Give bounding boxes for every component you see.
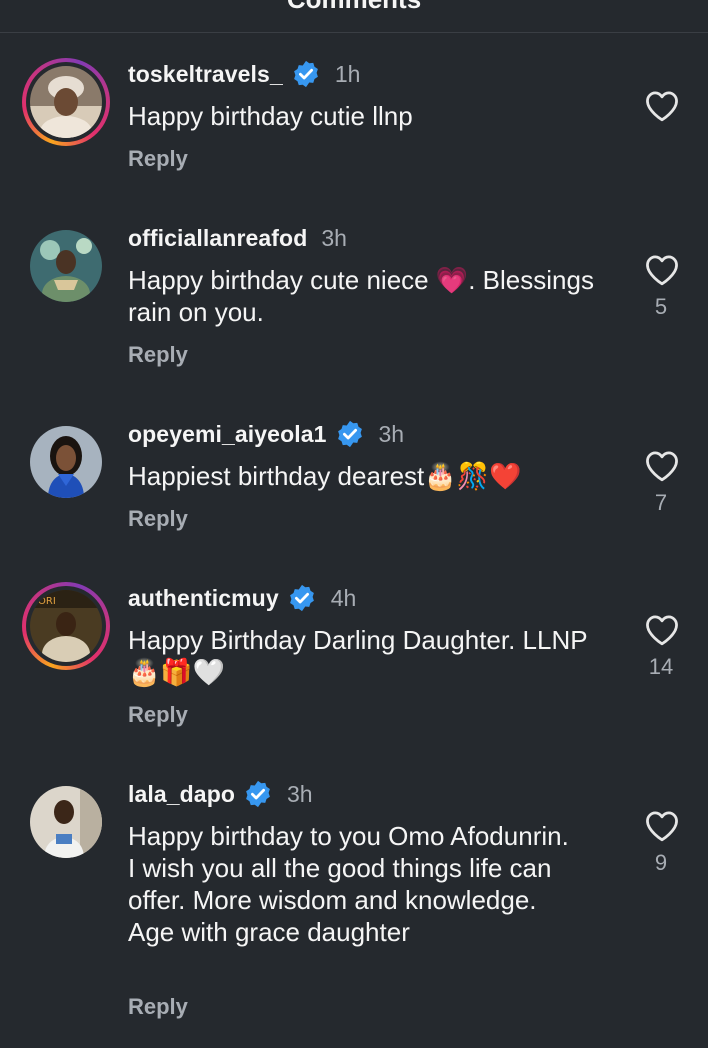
comment-text: Happiest birthday dearest🎂🎊❤️ [128, 461, 522, 491]
verified-badge-icon [289, 584, 314, 612]
story-ring[interactable] [22, 58, 110, 146]
avatar[interactable] [30, 230, 102, 302]
like-count: 5 [654, 294, 668, 319]
reply-button[interactable]: Reply [128, 506, 188, 532]
like-count: 7 [654, 490, 668, 515]
comment-time: 4h [330, 584, 357, 611]
comment-time: 3h [378, 420, 405, 447]
avatar[interactable] [30, 66, 102, 138]
heart-outline-icon[interactable] [644, 614, 680, 646]
username[interactable]: officiallanreafod [128, 225, 307, 252]
avatar[interactable] [30, 786, 102, 858]
reply-button[interactable]: Reply [128, 994, 188, 1020]
verified-badge-icon [337, 420, 362, 448]
username[interactable]: opeyemi_aiyeola1 [128, 421, 327, 448]
comment-time: 1h [334, 60, 361, 87]
verified-badge-icon [246, 780, 270, 808]
avatar-container[interactable] [30, 230, 102, 302]
avatar-container[interactable] [30, 426, 102, 498]
reply-button[interactable]: Reply [128, 702, 188, 728]
comment-time: 3h [321, 224, 347, 251]
verified-badge-icon [293, 60, 318, 88]
comments-header: Comments [0, 0, 708, 33]
like-count: 9 [654, 850, 668, 875]
heart-outline-icon[interactable] [644, 90, 680, 122]
comment-text: Happy birthday cute niece 💗. Blessings r… [128, 265, 594, 327]
heart-outline-icon[interactable] [644, 810, 680, 842]
story-ring[interactable]: ORI [22, 582, 110, 670]
avatar[interactable] [30, 426, 102, 498]
header-title: Comments [0, 0, 708, 15]
heart-outline-icon[interactable] [644, 254, 680, 286]
avatar[interactable]: ORI [30, 590, 102, 662]
reply-button[interactable]: Reply [128, 342, 188, 368]
username[interactable]: toskeltravels_ [128, 61, 283, 88]
like-count: 14 [648, 654, 674, 679]
svg-text:ORI: ORI [38, 596, 56, 607]
reply-button[interactable]: Reply [128, 146, 188, 172]
comment-time: 3h [287, 780, 313, 807]
username[interactable]: authenticmuy [128, 585, 279, 612]
comment-text: Happy birthday cutie llnp [128, 101, 413, 131]
avatar-container[interactable] [30, 786, 102, 858]
comment-text: Happy birthday to you Omo Afodunrin. I w… [128, 821, 569, 947]
comment-text: Happy Birthday Darling Daughter. LLNP 🎂🎁… [128, 625, 588, 687]
username[interactable]: lala_dapo [128, 781, 235, 808]
heart-outline-icon[interactable] [644, 450, 680, 482]
